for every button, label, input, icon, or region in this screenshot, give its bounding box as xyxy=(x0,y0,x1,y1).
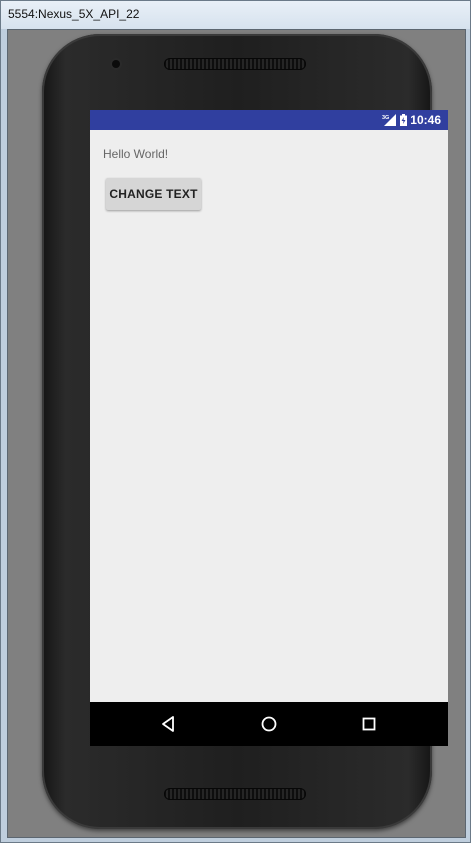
phone-frame: 3G 10:46 Hello World! CHANGE TEXT xyxy=(42,34,448,829)
status-time: 10:46 xyxy=(410,113,441,127)
signal-icon: 3G xyxy=(382,114,396,126)
app-content: Hello World! CHANGE TEXT xyxy=(90,130,448,702)
bottom-speaker-grille xyxy=(164,788,306,800)
emulator-window: 5554:Nexus_5X_API_22 3G 10:46 Hello Worl… xyxy=(0,0,471,843)
change-text-button[interactable]: CHANGE TEXT xyxy=(106,178,201,210)
hello-text: Hello World! xyxy=(103,147,169,161)
battery-charging-icon xyxy=(400,114,407,126)
navigation-bar xyxy=(90,702,448,746)
front-camera xyxy=(112,60,120,68)
window-title: 5554:Nexus_5X_API_22 xyxy=(8,7,140,21)
phone-screen: 3G 10:46 Hello World! CHANGE TEXT xyxy=(90,110,448,746)
status-bar: 3G 10:46 xyxy=(90,110,448,130)
home-icon[interactable] xyxy=(259,714,279,734)
svg-text:3G: 3G xyxy=(382,115,389,121)
back-icon[interactable] xyxy=(159,714,179,734)
top-speaker-grille xyxy=(164,58,306,70)
recents-icon[interactable] xyxy=(359,714,379,734)
window-titlebar[interactable]: 5554:Nexus_5X_API_22 xyxy=(1,1,470,29)
emulator-client-area: 3G 10:46 Hello World! CHANGE TEXT xyxy=(7,29,466,838)
